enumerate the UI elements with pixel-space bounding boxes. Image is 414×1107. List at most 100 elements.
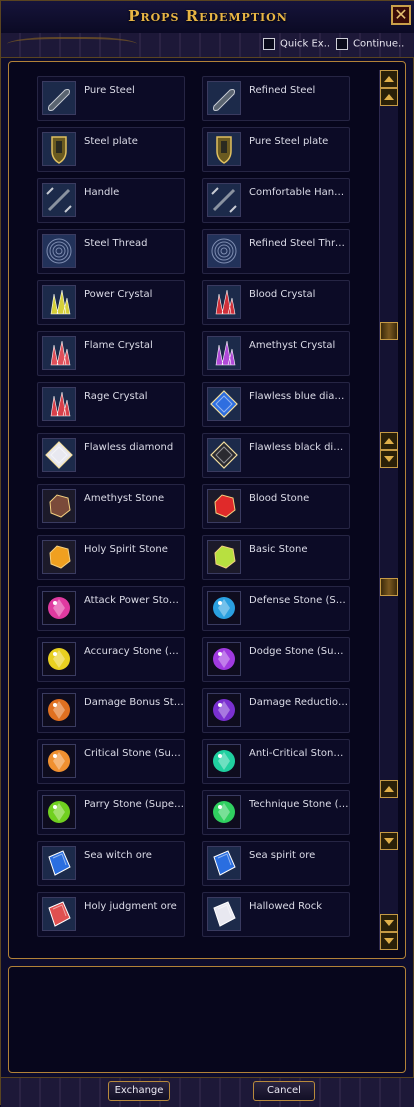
item-name: Comfortable Handle (249, 187, 349, 198)
scroll-up-icon[interactable] (380, 432, 398, 450)
item-name: Attack Power Stone (Superior) (84, 595, 184, 606)
item-slot[interactable]: Critical Stone (Superior) (37, 739, 185, 784)
item-slot[interactable]: Attack Power Stone (Superior) (37, 586, 185, 631)
quick-exchange-checkbox[interactable]: Quick Ex.. (263, 38, 330, 52)
shield-icon (207, 132, 241, 166)
item-slot[interactable]: Hallowed Rock (202, 892, 350, 937)
gem-icon (207, 642, 241, 676)
item-slot[interactable]: Sea witch ore (37, 841, 185, 886)
scroll-down-icon[interactable] (380, 450, 398, 468)
item-slot[interactable]: Anti-Critical Stone (Superior) (202, 739, 350, 784)
shield-icon (42, 132, 76, 166)
item-slot[interactable]: Flawless diamond (37, 433, 185, 478)
item-slot[interactable]: Refined Steel Thread (202, 229, 350, 274)
item-slot[interactable]: Flame Crystal (37, 331, 185, 376)
continue-checkbox[interactable]: Continue.. (336, 38, 404, 52)
item-slot[interactable]: Amethyst Stone (37, 484, 185, 529)
scroll-thumb[interactable] (380, 322, 398, 340)
item-name: Damage Reduction Stone (Superior) (249, 697, 349, 708)
item-slot[interactable]: Holy Spirit Stone (37, 535, 185, 580)
item-name: Parry Stone (Superior) (84, 799, 184, 810)
item-slot[interactable]: Blood Crystal (202, 280, 350, 325)
item-name: Sea spirit ore (249, 850, 316, 861)
item-slot[interactable]: Flawless blue diamond (202, 382, 350, 427)
diamond-icon (207, 387, 241, 421)
handle-icon (207, 183, 241, 217)
item-slot[interactable]: Steel Thread (37, 229, 185, 274)
item-name: Damage Bonus Stone (Superior) (84, 697, 184, 708)
close-icon[interactable]: ✕ (391, 5, 411, 25)
ornament-decoration (7, 37, 137, 55)
scroll-up-icon[interactable] (380, 780, 398, 798)
item-name: Amethyst Crystal (249, 340, 336, 351)
item-name: Flawless blue diamond (249, 391, 349, 402)
item-slot[interactable]: Pure Steel plate (202, 127, 350, 172)
scroll-thumb[interactable] (380, 578, 398, 596)
item-slot[interactable]: Power Crystal (37, 280, 185, 325)
item-slot[interactable]: Sea spirit ore (202, 841, 350, 886)
item-name: Anti-Critical Stone (Superior) (249, 748, 349, 759)
item-list-panel: Pure Steel Refined Steel Steel plate Pure S… (8, 61, 406, 959)
thread-coil-icon (42, 234, 76, 268)
scroll-up-icon[interactable] (380, 70, 398, 88)
item-slot[interactable]: Parry Stone (Superior) (37, 790, 185, 835)
item-name: Hallowed Rock (249, 901, 323, 912)
item-name: Refined Steel (249, 85, 316, 96)
item-name: Refined Steel Thread (249, 238, 349, 249)
item-name: Accuracy Stone (Superior) (84, 646, 184, 657)
item-slot[interactable]: Technique Stone (Superior) (202, 790, 350, 835)
item-name: Holy judgment ore (84, 901, 177, 912)
quick-exchange-label: Quick Ex.. (280, 38, 331, 50)
scrollbar[interactable] (379, 70, 398, 950)
item-name: Steel Thread (84, 238, 148, 249)
checkbox-box[interactable] (336, 38, 348, 50)
item-name: Amethyst Stone (84, 493, 165, 504)
item-slot[interactable]: Accuracy Stone (Superior) (37, 637, 185, 682)
scroll-down-icon[interactable] (380, 932, 398, 950)
description-panel (8, 966, 406, 1073)
stone-icon (42, 540, 76, 574)
checkbox-box[interactable] (263, 38, 275, 50)
crystal-icon (42, 387, 76, 421)
item-name: Basic Stone (249, 544, 308, 555)
props-redemption-window: Props Redemption ✕ Quick Ex.. Continue..… (0, 0, 414, 1107)
item-slot[interactable]: Blood Stone (202, 484, 350, 529)
diamond-icon (207, 438, 241, 472)
item-slot[interactable]: Steel plate (37, 127, 185, 172)
gem-icon (42, 795, 76, 829)
steel-ingot-icon (42, 81, 76, 115)
item-slot[interactable]: Basic Stone (202, 535, 350, 580)
scroll-up-icon[interactable] (380, 88, 398, 106)
gem-icon (42, 642, 76, 676)
item-name: Steel plate (84, 136, 138, 147)
item-slot[interactable]: Dodge Stone (Superior) (202, 637, 350, 682)
ore-icon (42, 846, 76, 880)
gem-icon (42, 591, 76, 625)
stone-icon (207, 489, 241, 523)
gem-icon (42, 744, 76, 778)
item-slot[interactable]: Handle (37, 178, 185, 223)
gem-icon (207, 693, 241, 727)
item-slot[interactable]: Defense Stone (Superior) (202, 586, 350, 631)
item-name: Blood Stone (249, 493, 310, 504)
item-slot[interactable]: Flawless black diamond (202, 433, 350, 478)
ore-icon (207, 897, 241, 931)
item-name: Pure Steel (84, 85, 135, 96)
options-bar: Quick Ex.. Continue.. (1, 33, 414, 58)
item-name: Technique Stone (Superior) (249, 799, 349, 810)
title-bar[interactable]: Props Redemption ✕ (1, 1, 414, 34)
item-slot[interactable]: Comfortable Handle (202, 178, 350, 223)
item-slot[interactable]: Refined Steel (202, 76, 350, 121)
cancel-button[interactable]: Cancel (253, 1081, 315, 1101)
item-slot[interactable]: Pure Steel (37, 76, 185, 121)
crystal-icon (207, 336, 241, 370)
scroll-down-icon[interactable] (380, 832, 398, 850)
exchange-button[interactable]: Exchange (108, 1081, 170, 1101)
item-slot[interactable]: Damage Bonus Stone (Superior) (37, 688, 185, 733)
item-name: Flame Crystal (84, 340, 153, 351)
scroll-down-icon[interactable] (380, 914, 398, 932)
item-slot[interactable]: Rage Crystal (37, 382, 185, 427)
item-slot[interactable]: Holy judgment ore (37, 892, 185, 937)
item-slot[interactable]: Damage Reduction Stone (Superior) (202, 688, 350, 733)
item-slot[interactable]: Amethyst Crystal (202, 331, 350, 376)
